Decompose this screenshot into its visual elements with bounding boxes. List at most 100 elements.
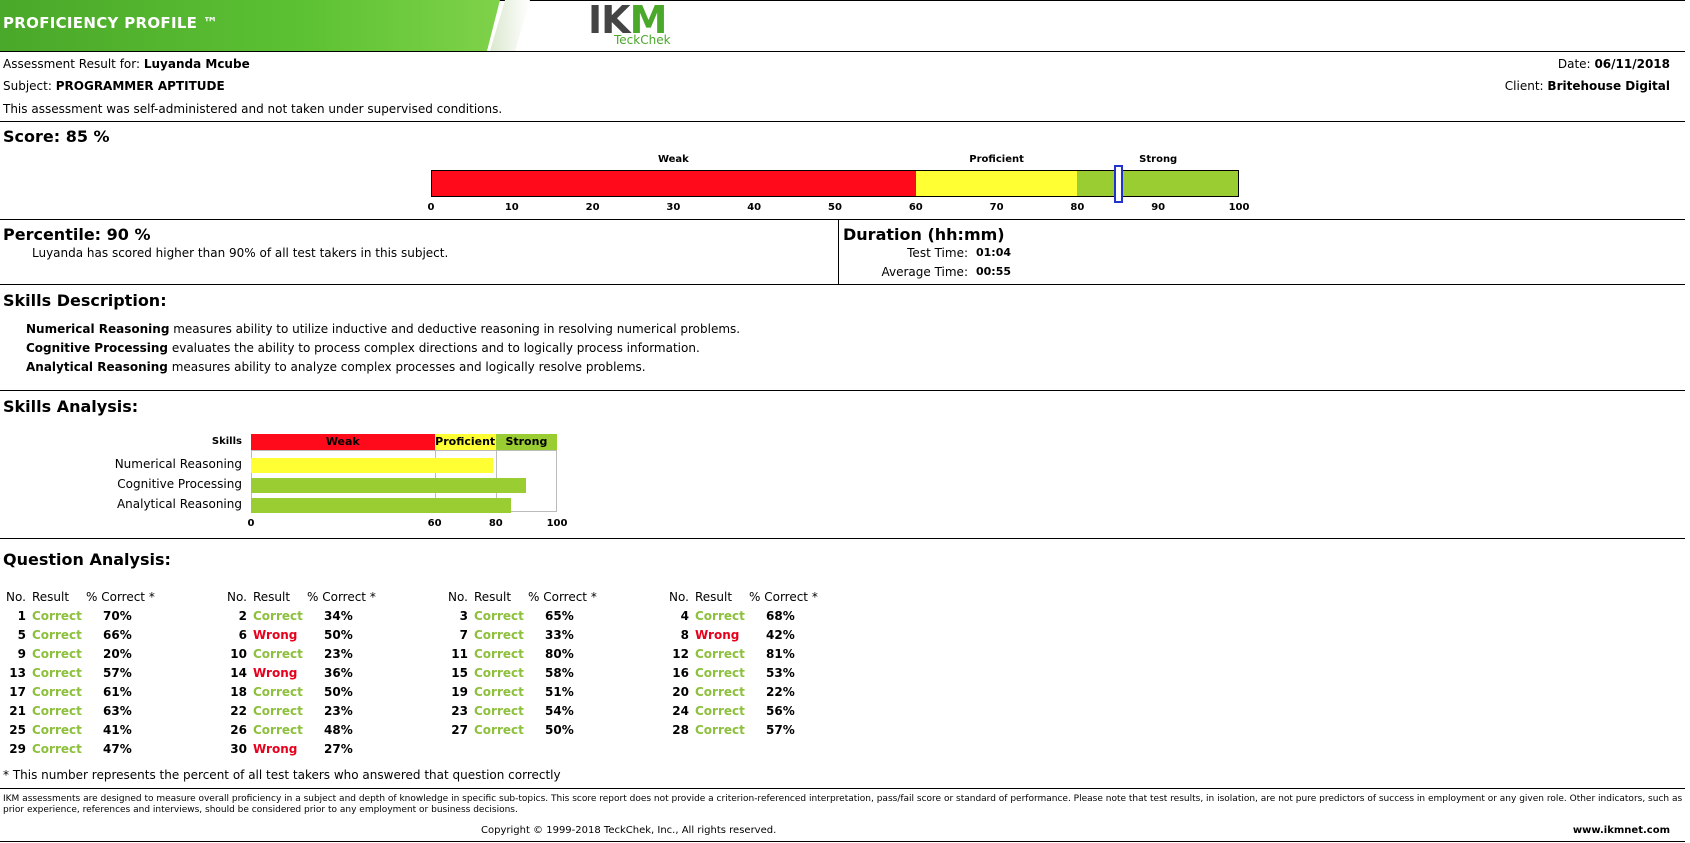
question-result: Correct <box>695 666 745 680</box>
question-pct-correct: 63% <box>103 704 132 718</box>
question-number: 14 <box>230 666 247 680</box>
skills-proficient-header: Proficient <box>434 434 496 450</box>
question-pct-correct: 22% <box>766 685 795 699</box>
score-tick-label: 20 <box>585 202 600 213</box>
logo-subtitle: TeckChek <box>614 33 671 47</box>
score-tick-label: 100 <box>1228 202 1250 213</box>
question-number: 5 <box>17 628 26 642</box>
question-number: 30 <box>230 742 247 756</box>
page-title: PROFICIENCY PROFILE ™ <box>3 14 219 32</box>
question-result: Correct <box>695 609 745 623</box>
question-number: 17 <box>9 685 26 699</box>
subject-label: Subject: <box>3 79 52 93</box>
question-pct-correct: 54% <box>545 704 574 718</box>
score-tick-label: 50 <box>828 202 842 213</box>
question-result: Wrong <box>695 628 740 642</box>
col-result-header: Result <box>253 590 291 604</box>
question-pct-correct: 57% <box>766 723 795 737</box>
subject-value: PROGRAMMER APTITUDE <box>55 79 225 93</box>
question-result: Correct <box>253 704 303 718</box>
question-result: Correct <box>32 723 82 737</box>
score-tick-label: 40 <box>747 202 762 213</box>
skill-desc-text: measures ability to utilize inductive an… <box>169 322 741 336</box>
question-number: 4 <box>680 609 689 623</box>
skill-bar <box>251 498 512 513</box>
question-number: 24 <box>672 704 689 718</box>
score-tick-label: 10 <box>504 202 519 213</box>
question-result: Correct <box>32 704 82 718</box>
score-tick-label: 90 <box>1151 202 1166 213</box>
skill-desc-text: measures ability to analyze complex proc… <box>167 360 646 374</box>
question-result: Correct <box>474 685 524 699</box>
question-number: 27 <box>451 723 468 737</box>
question-pct-correct: 47% <box>103 742 132 756</box>
question-pct-correct: 80% <box>545 647 574 661</box>
question-pct-correct: 27% <box>324 742 353 756</box>
test-time-label: Test Time: <box>907 246 968 260</box>
question-result: Wrong <box>253 742 298 756</box>
score-tick-label: 30 <box>666 202 681 213</box>
website-link[interactable]: www.ikmnet.com <box>1573 825 1670 836</box>
avg-time-label: Average Time: <box>881 265 968 279</box>
col-pct-header: % Correct * <box>86 590 155 604</box>
date-value: 06/11/2018 <box>1594 57 1670 71</box>
question-pct-correct: 66% <box>103 628 132 642</box>
question-number: 16 <box>672 666 689 680</box>
question-result: Correct <box>32 666 82 680</box>
question-pct-correct: 23% <box>324 647 353 661</box>
skill-desc-2: Cognitive Processing evaluates the abili… <box>26 341 700 355</box>
question-result: Correct <box>695 685 745 699</box>
percentile-divider <box>838 219 839 284</box>
question-result: Wrong <box>253 666 298 680</box>
analysis-rule <box>0 538 1685 539</box>
col-pct-header: % Correct * <box>749 590 818 604</box>
question-pct-correct: 61% <box>103 685 132 699</box>
question-result: Correct <box>474 666 524 680</box>
question-pct-correct: 68% <box>766 609 795 623</box>
client-label: Client: <box>1504 79 1544 93</box>
question-result: Correct <box>32 742 82 756</box>
skills-tick-label: 0 <box>247 518 255 529</box>
subject-row: Subject: PROGRAMMER APTITUDE <box>3 79 225 93</box>
question-footnote: * This number represents the percent of … <box>3 768 561 782</box>
question-result: Correct <box>474 647 524 661</box>
question-analysis-title: Question Analysis: <box>3 550 171 569</box>
question-result: Correct <box>32 628 82 642</box>
question-number: 11 <box>451 647 468 661</box>
question-pct-correct: 70% <box>103 609 132 623</box>
admin-note: This assessment was self-administered an… <box>3 102 503 116</box>
header-rule <box>0 51 1685 52</box>
question-result: Correct <box>474 609 524 623</box>
question-pct-correct: 23% <box>324 704 353 718</box>
question-pct-correct: 57% <box>103 666 132 680</box>
skills-header-label: Skills <box>211 436 242 447</box>
result-for-label: Assessment Result for: <box>3 57 141 71</box>
test-time-value: 01:04 <box>976 246 1012 259</box>
skill-desc-name: Cognitive Processing <box>26 341 169 355</box>
question-number: 13 <box>9 666 26 680</box>
question-result: Correct <box>32 647 82 661</box>
question-result: Correct <box>253 647 303 661</box>
col-pct-header: % Correct * <box>307 590 376 604</box>
question-pct-correct: 33% <box>545 628 574 642</box>
question-number: 28 <box>672 723 689 737</box>
skill-row-label: Analytical Reasoning <box>116 497 242 511</box>
question-result: Correct <box>695 647 745 661</box>
question-pct-correct: 42% <box>766 628 795 642</box>
skill-row-label: Numerical Reasoning <box>114 457 242 471</box>
score-tick-label: 60 <box>908 202 923 213</box>
percentile-rule <box>0 284 1685 285</box>
col-no-header: No. <box>227 590 247 604</box>
question-number: 15 <box>451 666 468 680</box>
question-number: 22 <box>230 704 247 718</box>
col-result-header: Result <box>474 590 512 604</box>
question-result: Correct <box>474 628 524 642</box>
question-result: Correct <box>253 723 303 737</box>
duration-title: Duration (hh:mm) <box>843 225 1005 244</box>
question-result: Wrong <box>253 628 298 642</box>
result-for-row: Assessment Result for: Luyanda Mcube <box>3 57 250 71</box>
skills-tick-label: 100 <box>546 518 568 529</box>
question-pct-correct: 65% <box>545 609 574 623</box>
col-result-header: Result <box>695 590 733 604</box>
question-number: 26 <box>230 723 247 737</box>
